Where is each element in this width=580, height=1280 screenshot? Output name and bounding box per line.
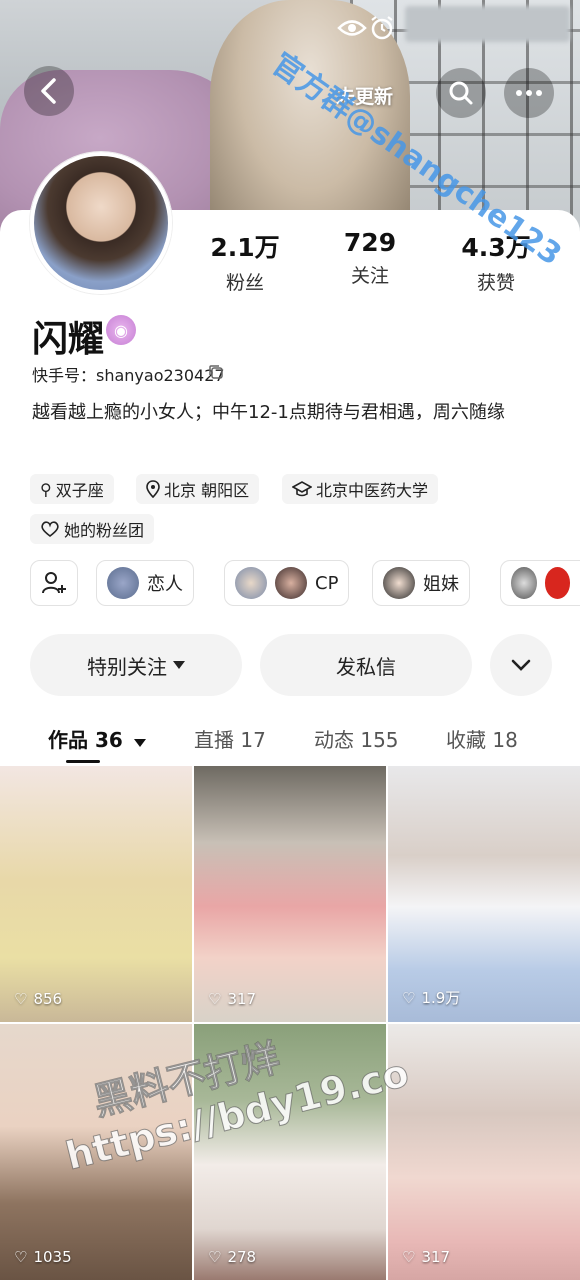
- kuaishou-id: 快手号：shanyao230427: [32, 366, 225, 385]
- copy-icon[interactable]: [208, 364, 224, 380]
- like-count-value: 856: [33, 990, 63, 1008]
- tab-works[interactable]: 作品 36: [48, 724, 146, 753]
- like-count: ♡ 856: [14, 990, 62, 1008]
- tag-school[interactable]: 北京中医药大学: [282, 474, 439, 504]
- relation-avatar: [235, 567, 267, 599]
- stat-following[interactable]: 729 关注: [320, 228, 420, 288]
- school-icon: [292, 481, 312, 497]
- relation-avatar: [511, 567, 537, 599]
- nickname: 闪耀: [32, 319, 105, 360]
- stat-fans-value: 2.1万: [210, 233, 280, 262]
- tag-school-label: 北京中医药大学: [316, 481, 429, 500]
- zodiac-icon: ⚲: [40, 479, 52, 499]
- video-thumbnail[interactable]: ♡ 1.9万: [388, 766, 580, 1022]
- camera-badge-icon[interactable]: ◉: [106, 315, 136, 345]
- flag-icon: [544, 567, 570, 599]
- video-thumbnail[interactable]: ♡ 317: [194, 766, 386, 1022]
- like-count: ♡ 317: [208, 990, 256, 1008]
- tag-location-label: 北京 朝阳区: [164, 481, 250, 500]
- heart-icon: ♡: [402, 1248, 416, 1266]
- location-icon: [146, 480, 160, 498]
- relation-lover[interactable]: 恋人: [96, 560, 194, 606]
- fan-group-icon: [41, 521, 59, 537]
- video-thumbnail[interactable]: ♡ 317: [388, 1024, 580, 1280]
- like-count-value: 1035: [33, 1248, 72, 1266]
- like-count-value: 317: [227, 990, 257, 1008]
- tab-live[interactable]: 直播 17: [194, 724, 266, 753]
- chevron-left-icon: [41, 78, 56, 104]
- tab-works-label: 作品 36: [48, 728, 123, 752]
- send-message-button[interactable]: 发私信: [260, 634, 472, 696]
- stat-following-label: 关注: [350, 265, 389, 287]
- relation-sister-label: 姐妹: [423, 574, 459, 595]
- stat-fans[interactable]: 2.1万 粉丝: [195, 228, 295, 295]
- heart-icon: ♡: [208, 1248, 222, 1266]
- stat-likes-label: 获赞: [476, 272, 515, 294]
- like-count-value: 1.9万: [421, 989, 461, 1007]
- relation-avatar: [275, 567, 307, 599]
- caret-down-icon: [173, 661, 185, 669]
- back-button[interactable]: [24, 66, 74, 116]
- heart-icon: ♡: [14, 990, 28, 1008]
- special-follow-label: 特别关注: [87, 654, 167, 679]
- expand-button[interactable]: [490, 634, 552, 696]
- heart-icon: ♡: [402, 988, 416, 1007]
- tag-location[interactable]: 北京 朝阳区: [136, 474, 260, 504]
- more-button[interactable]: [504, 68, 554, 118]
- relation-sister[interactable]: 姐妹: [372, 560, 470, 606]
- tab-active-indicator: [66, 760, 100, 763]
- view-mode-button[interactable]: [336, 14, 368, 42]
- relation-lover-label: 恋人: [147, 574, 183, 595]
- tag-fan-group[interactable]: 她的粉丝团: [30, 514, 155, 544]
- more-dots-icon: [516, 90, 542, 96]
- send-message-label: 发私信: [336, 654, 396, 679]
- relation-avatar: [383, 567, 415, 599]
- like-count: ♡ 317: [402, 1248, 450, 1266]
- heart-icon: ♡: [208, 990, 222, 1008]
- avatar[interactable]: [30, 152, 172, 294]
- relation-cp[interactable]: CP: [224, 560, 350, 606]
- tag-fan-group-label: 她的粉丝团: [64, 521, 145, 540]
- add-user-icon: [42, 572, 66, 594]
- special-follow-button[interactable]: 特别关注: [30, 634, 242, 696]
- like-count: ♡ 278: [208, 1248, 256, 1266]
- like-count-value: 278: [227, 1248, 257, 1266]
- search-button[interactable]: [436, 68, 486, 118]
- heart-icon: ♡: [14, 1248, 28, 1266]
- tab-moments[interactable]: 动态 155: [314, 724, 399, 753]
- video-thumbnail[interactable]: ♡ 856: [0, 766, 192, 1022]
- like-count: ♡ 1.9万: [402, 987, 460, 1008]
- chevron-down-icon: [511, 659, 531, 671]
- blurred-region: [405, 6, 570, 42]
- tag-zodiac-label: 双子座: [55, 481, 104, 500]
- add-relation-button[interactable]: [30, 560, 78, 606]
- like-count-value: 317: [421, 1248, 451, 1266]
- reminder-button[interactable]: [368, 14, 396, 42]
- like-count: ♡ 1035: [14, 1248, 72, 1266]
- search-icon: [449, 81, 473, 105]
- content-tabs: 作品 36 直播 17 动态 155 收藏 18: [0, 718, 580, 764]
- relation-avatar: [107, 567, 139, 599]
- tag-zodiac[interactable]: ⚲ 双子座: [30, 474, 114, 504]
- relation-more[interactable]: [500, 560, 580, 606]
- tab-favorites[interactable]: 收藏 18: [446, 724, 518, 753]
- alarm-icon: [371, 16, 393, 40]
- stat-following-value: 729: [343, 228, 397, 257]
- relation-cp-label: CP: [315, 572, 339, 594]
- bio: 越看越上瘾的小女人；中午12-1点期待与君相遇，周六随缘: [32, 402, 505, 423]
- eye-icon: [337, 20, 367, 36]
- caret-down-icon: [133, 739, 146, 747]
- stat-fans-label: 粉丝: [225, 272, 264, 294]
